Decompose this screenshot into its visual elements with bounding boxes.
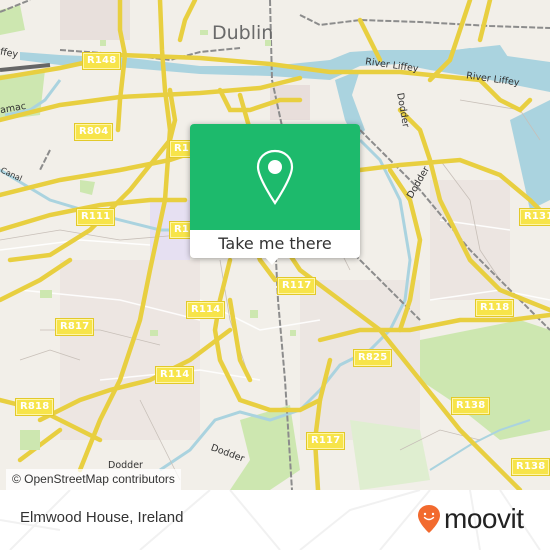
map-view[interactable]: Dublin River Liffey River Liffey Dodder …: [0, 0, 550, 490]
road-label: R138: [450, 397, 491, 415]
road-label: R117: [305, 432, 346, 450]
road-label: R131: [518, 208, 550, 226]
footer: Elmwood House, Ireland moovit: [0, 490, 550, 550]
road-label: R804: [73, 123, 114, 141]
road-label: R818: [14, 398, 55, 416]
road-label: R114: [185, 301, 226, 319]
road-label: R817: [54, 318, 95, 336]
road-label: R138: [510, 458, 550, 476]
moovit-smile-pin-icon: [418, 505, 440, 533]
place-name: Elmwood House, Ireland: [20, 509, 184, 526]
location-popup: Take me there: [190, 124, 360, 265]
moovit-logo[interactable]: moovit: [417, 502, 524, 536]
map-attribution[interactable]: © OpenStreetMap contributors: [6, 469, 181, 490]
popup-pointer: [264, 256, 280, 265]
map-pin-icon: [256, 149, 294, 205]
take-me-there-button[interactable]: Take me there: [190, 230, 360, 258]
city-label-dublin: Dublin: [212, 22, 274, 44]
road-label: R118: [474, 299, 515, 317]
popup-header[interactable]: [190, 124, 360, 230]
road-label: R114: [154, 366, 195, 384]
road-label: R117: [276, 277, 317, 295]
road-label: R148: [81, 52, 122, 70]
moovit-wordmark: moovit: [444, 503, 524, 534]
road-label: R111: [75, 208, 116, 226]
road-label: R825: [352, 349, 393, 367]
